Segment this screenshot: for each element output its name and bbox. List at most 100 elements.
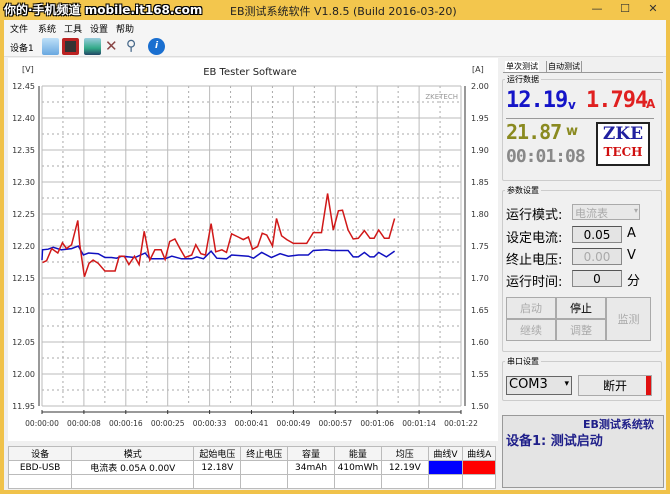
mode-select[interactable]: 电流表 ▾: [572, 204, 640, 220]
table-header: [71, 474, 195, 489]
tab-auto-test[interactable]: 自动测试: [546, 61, 582, 72]
x-tick-label: 00:00:08: [67, 419, 101, 428]
y-tick-right: 1.80: [471, 210, 489, 219]
voltage-display: 12.19: [506, 88, 568, 113]
logo-bottom: TECH: [603, 145, 643, 159]
y-tick-right: 1.70: [471, 274, 489, 283]
y-tick-left: 12.35: [12, 146, 35, 155]
table-cell: 12.18V: [193, 460, 242, 475]
x-tick-label: 00:00:00: [25, 419, 59, 428]
x-tick-label: 00:00:57: [318, 419, 352, 428]
set-current-label: 设定电流:: [506, 231, 563, 246]
set-current-unit: A: [627, 226, 636, 241]
table-header: [333, 474, 382, 489]
y-tick-right: 1.75: [471, 242, 489, 251]
run-time-input[interactable]: 0: [572, 270, 622, 287]
table-header: [240, 474, 289, 489]
start-button[interactable]: 启动: [506, 297, 556, 319]
series-line-voltage: [41, 245, 396, 261]
elapsed-time-display: 00:01:08: [506, 146, 586, 167]
power-display: 21.87: [506, 120, 562, 144]
table-header: 起始电压: [193, 446, 242, 461]
table-header-row: 设备 模式 起始电压 终止电压 容量 能量 均压 曲线V 曲线A: [7, 446, 496, 461]
port-select[interactable]: COM3 ▾: [506, 376, 572, 395]
chart-title: EB Tester Software: [203, 67, 297, 78]
tab-single-test[interactable]: 单次测试: [505, 61, 539, 72]
tab-bar: 单次测试 自动测试: [503, 60, 663, 73]
table-header: 设备: [7, 446, 73, 461]
connection-status-indicator: [646, 376, 651, 395]
table-header: [380, 474, 429, 489]
serial-title: 串口设置: [505, 356, 541, 367]
monitor-button[interactable]: 监测: [606, 297, 651, 341]
y-tick-left: 12.00: [12, 370, 35, 379]
run-time-unit: 分: [627, 274, 641, 289]
table-row-empty: [7, 474, 496, 489]
y-tick-right: 1.60: [471, 338, 489, 347]
disconnect-button[interactable]: 断开: [578, 375, 652, 396]
x-tick-label: 00:01:06: [360, 419, 394, 428]
table-header: [427, 474, 464, 489]
y-tick-left: 12.10: [12, 306, 35, 315]
table-header: 终止电压: [240, 446, 289, 461]
stop-voltage-label: 终止电压:: [506, 253, 563, 268]
current-unit: A: [646, 97, 656, 111]
chart-watermark: ZKETECH: [425, 93, 458, 101]
results-table: 设备 模式 起始电压 终止电压 容量 能量 均压 曲线V 曲线A EBD-USB 电流表 0.05A…: [7, 446, 496, 489]
y-tick-left: 12.30: [12, 178, 35, 187]
table-header: [462, 474, 496, 489]
table-cell: 34mAh: [287, 460, 335, 475]
table-cell: [240, 460, 289, 475]
table-header: 模式: [71, 446, 195, 461]
y-tick-left: 12.05: [12, 338, 35, 347]
current-display: 1.794: [586, 88, 648, 113]
y-axis-label-left: [V]: [22, 65, 34, 74]
mode-label: 运行模式:: [506, 208, 563, 223]
y-tick-left: 11.95: [12, 402, 35, 411]
y-axis-label-right: [A]: [472, 65, 484, 74]
y-tick-right: 2.00: [471, 82, 489, 91]
message-text: 设备1: 测试启动: [506, 434, 603, 449]
table-cell: 410mWh: [333, 460, 382, 475]
series-line-current: [42, 193, 396, 277]
power-unit: w: [566, 124, 579, 139]
stop-voltage-input[interactable]: 0.00: [572, 248, 622, 265]
table-header: 能量: [333, 446, 382, 461]
run-time-label: 运行时间:: [506, 275, 563, 290]
table-cell: EBD-USB: [7, 460, 73, 475]
table-header: [7, 474, 73, 489]
x-tick-label: 00:01:22: [444, 419, 478, 428]
run-data-title: 运行数据: [505, 74, 541, 85]
y-tick-right: 1.50: [471, 402, 489, 411]
set-current-input[interactable]: 0.05: [572, 226, 622, 243]
table-cell: [462, 460, 496, 475]
x-tick-label: 00:00:41: [235, 419, 269, 428]
voltage-unit: v: [568, 98, 576, 112]
port-value: COM3: [509, 377, 548, 392]
table-cell: 12.19V: [380, 460, 429, 475]
table-cell: [427, 460, 464, 475]
y-tick-right: 1.85: [471, 178, 489, 187]
x-tick-label: 00:00:25: [151, 419, 185, 428]
divider: [506, 118, 654, 119]
stop-button[interactable]: 停止: [556, 297, 606, 319]
y-tick-right: 1.95: [471, 114, 489, 123]
table-cell: 电流表 0.05A 0.00V: [71, 460, 195, 475]
param-title: 参数设置: [505, 185, 541, 196]
x-tick-label: 00:00:16: [109, 419, 143, 428]
continue-button[interactable]: 继续: [506, 319, 556, 341]
table-row: EBD-USB 电流表 0.05A 0.00V 12.18V 34mAh 410mWh 1…: [7, 460, 496, 475]
x-tick-label: 00:00:33: [193, 419, 227, 428]
y-tick-left: 12.45: [12, 82, 35, 91]
table-header: 均压: [380, 446, 429, 461]
table-header: [193, 474, 242, 489]
chevron-down-icon: ▾: [633, 206, 638, 215]
y-tick-right: 1.65: [471, 306, 489, 315]
mode-value: 电流表: [575, 207, 608, 220]
adjust-button[interactable]: 调整: [556, 319, 606, 341]
y-tick-left: 12.20: [12, 242, 35, 251]
table-header: 容量: [287, 446, 335, 461]
logo-top: ZKE: [602, 124, 644, 144]
table-header: 曲线V: [427, 446, 464, 461]
y-tick-right: 1.90: [471, 146, 489, 155]
